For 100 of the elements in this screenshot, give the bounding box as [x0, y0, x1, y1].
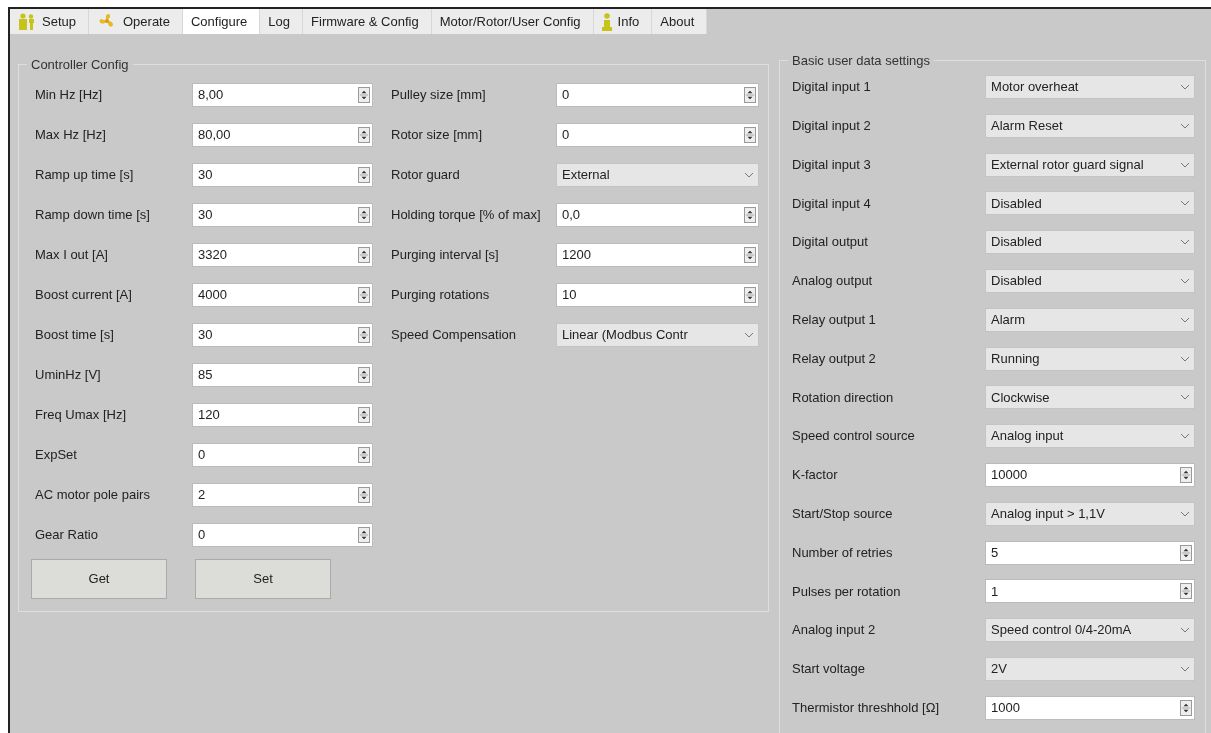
spinner-icon[interactable]: [358, 327, 370, 343]
dropdown[interactable]: Analog input > 1,1V: [985, 501, 1195, 526]
spin-box[interactable]: 5: [985, 540, 1195, 565]
field-label: UminHz [V]: [34, 366, 102, 385]
dropdown[interactable]: Running: [985, 346, 1195, 371]
field-label: Holding torque [% of max]: [391, 206, 542, 225]
action-button[interactable]: Get: [31, 559, 167, 599]
spin-box[interactable]: 3320: [192, 243, 373, 267]
dropdown[interactable]: Disabled: [985, 191, 1195, 216]
spinner-icon[interactable]: [1180, 544, 1192, 561]
tab[interactable]: Firmware & Config: [303, 9, 432, 34]
people-icon: [18, 13, 36, 30]
spinner-icon[interactable]: [358, 287, 370, 303]
dropdown[interactable]: Disabled: [985, 269, 1195, 293]
chevron-down-icon: [1180, 84, 1190, 90]
spin-box[interactable]: 0: [192, 523, 373, 547]
spin-box[interactable]: 4000: [192, 283, 373, 307]
chevron-down-icon: [1180, 278, 1190, 284]
tab[interactable]: Configure: [182, 9, 261, 34]
field-label: Speed Compensation: [391, 326, 518, 345]
dropdown[interactable]: Motor overheat: [985, 75, 1195, 99]
field-label: Digital input 2: [791, 117, 872, 136]
field-label: Max Hz [Hz]: [34, 126, 107, 145]
dropdown[interactable]: Disabled: [985, 230, 1195, 255]
spinner-icon[interactable]: [1180, 466, 1192, 483]
spinner-icon[interactable]: [358, 527, 370, 543]
group-title: Basic user data settings: [791, 54, 932, 67]
field-label: Purging interval [s]: [391, 246, 500, 265]
spin-box[interactable]: 0: [556, 83, 759, 107]
spinner-icon[interactable]: [358, 247, 370, 263]
spin-box[interactable]: 30: [192, 203, 373, 227]
spinner-icon[interactable]: [744, 207, 756, 223]
dropdown[interactable]: External rotor guard signal: [985, 152, 1195, 177]
spin-box[interactable]: 30: [192, 323, 373, 347]
spinner-icon[interactable]: [744, 287, 756, 303]
field-label: Min Hz [Hz]: [34, 86, 104, 105]
field-label: Max I out [A]: [34, 246, 109, 265]
chevron-down-icon: [744, 172, 754, 178]
field-label: Number of retries: [791, 543, 894, 562]
chevron-down-icon: [1180, 161, 1190, 168]
spin-box[interactable]: 0: [556, 123, 759, 147]
tab[interactable]: About: [652, 9, 708, 34]
field-label: Boost time [s]: [34, 326, 115, 345]
spin-box[interactable]: 1: [985, 579, 1195, 604]
dropdown[interactable]: Alarm: [985, 307, 1195, 332]
tab[interactable]: Motor/Rotor/User Config: [431, 9, 594, 34]
chevron-down-icon: [744, 332, 754, 338]
dropdown[interactable]: Alarm Reset: [985, 113, 1195, 138]
spin-box[interactable]: 0: [192, 443, 373, 467]
chevron-down-icon: [1180, 665, 1190, 672]
dropdown[interactable]: External: [556, 163, 759, 187]
spin-box[interactable]: 30: [192, 163, 373, 187]
field-label: Digital input 1: [791, 78, 872, 97]
field-label: Analog input 2: [791, 621, 877, 640]
spinner-icon[interactable]: [358, 207, 370, 223]
chevron-down-icon: [1180, 239, 1190, 246]
field-label: Pulley size [mm]: [391, 86, 487, 105]
field-label: Freq Umax [Hz]: [34, 406, 127, 425]
spin-box[interactable]: 85: [192, 363, 373, 387]
field-label: Relay output 2: [791, 349, 877, 368]
field-label: Rotation direction: [791, 388, 895, 407]
spinner-icon[interactable]: [358, 487, 370, 503]
spinner-icon[interactable]: [358, 87, 370, 103]
field-label: Start/Stop source: [791, 505, 894, 523]
spinner-icon[interactable]: [358, 367, 370, 383]
dropdown[interactable]: Analog input: [985, 424, 1195, 449]
spinner-icon[interactable]: [358, 167, 370, 183]
spin-box[interactable]: 120: [192, 403, 373, 427]
tab[interactable]: Info: [593, 9, 653, 34]
spinner-icon[interactable]: [1180, 699, 1192, 716]
spin-box[interactable]: 1200: [556, 243, 759, 267]
field-label: ExpSet: [34, 446, 78, 465]
dropdown[interactable]: 2V: [985, 656, 1195, 681]
field-label: K-factor: [791, 466, 839, 485]
spin-box[interactable]: 0,0: [556, 203, 759, 227]
tab[interactable]: Operate: [89, 9, 183, 34]
spinner-icon[interactable]: [744, 247, 756, 263]
action-button[interactable]: Set: [195, 559, 331, 599]
spin-box[interactable]: 10: [556, 283, 759, 307]
spinner-icon[interactable]: [744, 127, 756, 143]
spinner-icon[interactable]: [1180, 583, 1192, 600]
spin-box[interactable]: 1000: [985, 695, 1195, 720]
spin-box[interactable]: 2: [192, 483, 373, 507]
chevron-down-icon: [1180, 433, 1190, 440]
field-label: Start voltage: [791, 660, 866, 679]
spinner-icon[interactable]: [358, 407, 370, 423]
chevron-down-icon: [1180, 394, 1190, 401]
info-figure-icon: [601, 12, 612, 31]
spin-box[interactable]: 10000: [985, 462, 1195, 487]
dropdown[interactable]: Speed control 0/4-20mA: [985, 618, 1195, 643]
spin-box[interactable]: 8,00: [192, 83, 373, 107]
tab[interactable]: Log: [260, 9, 304, 34]
spinner-icon[interactable]: [744, 87, 756, 103]
dropdown[interactable]: Clockwise: [985, 385, 1195, 410]
tab[interactable]: Setup: [10, 9, 89, 34]
dropdown[interactable]: Linear (Modbus Contr: [556, 323, 759, 347]
spinner-icon[interactable]: [358, 127, 370, 143]
spinner-icon[interactable]: [358, 447, 370, 463]
chevron-down-icon: [1180, 200, 1190, 207]
spin-box[interactable]: 80,00: [192, 123, 373, 147]
